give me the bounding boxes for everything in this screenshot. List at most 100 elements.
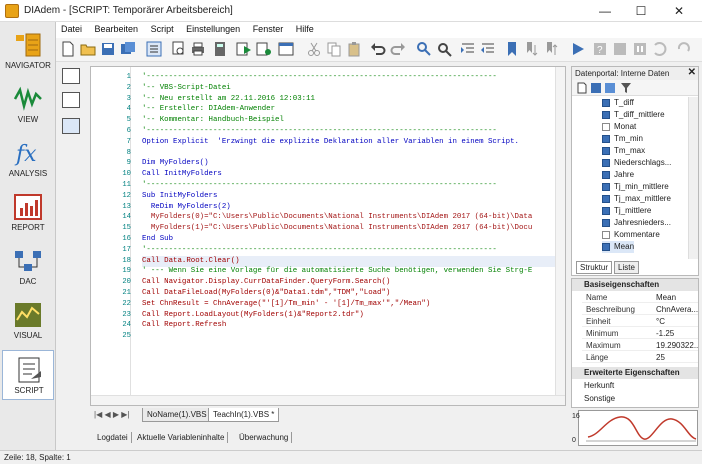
- tab-ueberwachung[interactable]: Überwachung: [236, 432, 293, 443]
- code-line[interactable]: Call Navigator.Display.CurrDataFinder.Qu…: [142, 277, 564, 288]
- channel-tree[interactable]: T_diff T_diff_mittlere Monat Tm_min Tm_max Ni…: [572, 97, 688, 257]
- code-line[interactable]: Call InitMyFolders: [142, 169, 564, 180]
- code-line[interactable]: Option Explicit 'Erzwingt die explizite …: [142, 137, 564, 148]
- run-script-icon[interactable]: [236, 41, 252, 57]
- paste-icon[interactable]: [346, 41, 362, 57]
- code-line[interactable]: '-- Kommentar: Handbuch-Beispiel: [142, 115, 564, 126]
- horizontal-scrollbar[interactable]: [91, 395, 565, 405]
- print-preview-icon[interactable]: [170, 41, 186, 57]
- code-line[interactable]: [142, 331, 564, 342]
- code-line[interactable]: Dim MyFolders(): [142, 158, 564, 169]
- stop-icon[interactable]: [612, 41, 628, 57]
- property-row[interactable]: Name Mean: [582, 292, 698, 303]
- undo-icon[interactable]: [370, 41, 386, 57]
- help-icon[interactable]: ?: [592, 41, 608, 57]
- save-as-icon[interactable]: [604, 82, 616, 94]
- tree-item-channel[interactable]: Monat: [602, 121, 636, 133]
- code-line[interactable]: [142, 148, 564, 159]
- code-line[interactable]: MyFolders(1)="C:\Users\Public\Documents\…: [142, 223, 564, 234]
- cut-icon[interactable]: [306, 41, 322, 57]
- calculator-icon[interactable]: [212, 41, 228, 57]
- tab-aktuelle-variableninhalte[interactable]: Aktuelle Variableninhalte: [134, 432, 229, 443]
- open-folder-icon[interactable]: [80, 41, 96, 57]
- code-line[interactable]: Call Report.Refresh: [142, 320, 564, 331]
- tree-item-channel[interactable]: Jahre: [602, 169, 634, 181]
- tree-item-channel[interactable]: Tj_max_mittlere: [602, 193, 671, 205]
- tree-item-channel[interactable]: T_diff_mittlere: [602, 109, 665, 121]
- section-basiseigenschaften[interactable]: Basiseigenschaften: [572, 279, 698, 291]
- tree-item-channel[interactable]: Tm_max: [602, 145, 645, 157]
- tab-noname-vbs[interactable]: NoName(1).VBS: [142, 408, 212, 422]
- menu-bearbeiten[interactable]: Bearbeiten: [90, 22, 144, 34]
- redo-icon[interactable]: [390, 41, 406, 57]
- step-icon[interactable]: [652, 41, 668, 57]
- property-row[interactable]: Einheit °C: [582, 316, 698, 327]
- prev-bookmark-icon[interactable]: [544, 41, 560, 57]
- outdent-icon[interactable]: [480, 41, 496, 57]
- menu-datei[interactable]: Datei: [56, 22, 87, 34]
- code-line[interactable]: ReDim MyFolders(2): [142, 202, 564, 213]
- tab-liste[interactable]: Liste: [614, 261, 639, 274]
- tree-item-channel[interactable]: Tj_min_mittlere: [602, 181, 669, 193]
- code-line[interactable]: '---------------------------------------…: [142, 72, 564, 83]
- code-line[interactable]: Set ChnResult = ChnAverage("'[1]/Tm_min'…: [142, 299, 564, 310]
- code-line[interactable]: '---------------------------------------…: [142, 126, 564, 137]
- filter-icon[interactable]: [620, 82, 632, 94]
- code-line[interactable]: Call DataFileLoad(MyFolders(0)&"Data1.td…: [142, 288, 564, 299]
- property-row[interactable]: Minimum -1.25: [582, 328, 698, 339]
- save-icon[interactable]: [100, 41, 116, 57]
- next-bookmark-icon[interactable]: [524, 41, 540, 57]
- dialog-editor-icon[interactable]: [278, 41, 294, 57]
- minimize-button[interactable]: —: [590, 2, 620, 20]
- step-over-icon[interactable]: [676, 41, 692, 57]
- menu-script[interactable]: Script: [146, 22, 179, 34]
- find-icon[interactable]: [436, 41, 452, 57]
- properties-view-icon[interactable]: [62, 68, 80, 84]
- code-line[interactable]: '-- VBS-Script-Datei: [142, 83, 564, 94]
- copy-icon[interactable]: [326, 41, 342, 57]
- panel-visual[interactable]: VISUAL: [2, 296, 54, 346]
- menu-einstellungen[interactable]: Einstellungen: [181, 22, 245, 34]
- indent-icon[interactable]: [460, 41, 476, 57]
- tab-navigation[interactable]: |◀ ◀ ▶ ▶|: [94, 410, 129, 419]
- code-line[interactable]: '---------------------------------------…: [142, 180, 564, 191]
- property-row[interactable]: Maximum 19.290322...: [582, 340, 698, 351]
- menu-fenster[interactable]: Fenster: [248, 22, 289, 34]
- tree-scrollbar[interactable]: [688, 97, 698, 259]
- code-line[interactable]: Call Data.Root.Clear(): [142, 255, 564, 267]
- property-row[interactable]: Länge 25: [582, 352, 698, 363]
- new-icon[interactable]: [576, 82, 588, 94]
- section-sonstige[interactable]: Sonstige: [572, 393, 698, 405]
- code-line[interactable]: '---------------------------------------…: [142, 245, 564, 256]
- tree-item-channel[interactable]: Kommentare: [602, 229, 660, 241]
- panel-script[interactable]: SCRIPT: [2, 350, 54, 400]
- find-replace-icon[interactable]: [416, 41, 432, 57]
- tab-logdatei[interactable]: Logdatei: [94, 432, 132, 443]
- debug-icon[interactable]: [256, 41, 272, 57]
- print-icon[interactable]: [190, 41, 206, 57]
- panel-view[interactable]: VIEW: [2, 80, 54, 130]
- code-line[interactable]: '-- Neu erstellt am 22.11.2016 12:03:11: [142, 94, 564, 105]
- code-line[interactable]: Sub InitMyFolders: [142, 191, 564, 202]
- section-herkunft[interactable]: Herkunft: [572, 380, 698, 392]
- save-icon[interactable]: [590, 82, 602, 94]
- play-icon[interactable]: [570, 41, 586, 57]
- panel-navigator[interactable]: NAVIGATOR: [2, 26, 54, 76]
- panel-analysis[interactable]: fx ANALYSIS: [2, 134, 54, 184]
- close-icon[interactable]: ✕: [688, 67, 696, 78]
- panel-report[interactable]: REPORT: [2, 188, 54, 238]
- new-file-icon[interactable]: [60, 41, 76, 57]
- tree-item-channel[interactable]: T_diff: [602, 97, 634, 109]
- code-line[interactable]: Call Report.LoadLayout(MyFolders(1)&"Rep…: [142, 310, 564, 321]
- code-line[interactable]: MyFolders(0)="C:\Users\Public\Documents\…: [142, 212, 564, 223]
- functions-view-icon[interactable]: [62, 118, 80, 134]
- save-all-icon[interactable]: [120, 41, 136, 57]
- tree-item-channel[interactable]: Tm_min: [602, 133, 643, 145]
- script-view-icon[interactable]: [146, 41, 162, 57]
- code-line[interactable]: End Sub: [142, 234, 564, 245]
- section-erweiterte-eigenschaften[interactable]: Erweiterte Eigenschaften: [572, 367, 698, 379]
- panel-dac[interactable]: DAC: [2, 242, 54, 292]
- code-line[interactable]: '-- Ersteller: DIAdem-Anwender: [142, 104, 564, 115]
- tree-item-channel[interactable]: Jahresnieders...: [602, 217, 671, 229]
- vertical-scrollbar[interactable]: [555, 67, 565, 395]
